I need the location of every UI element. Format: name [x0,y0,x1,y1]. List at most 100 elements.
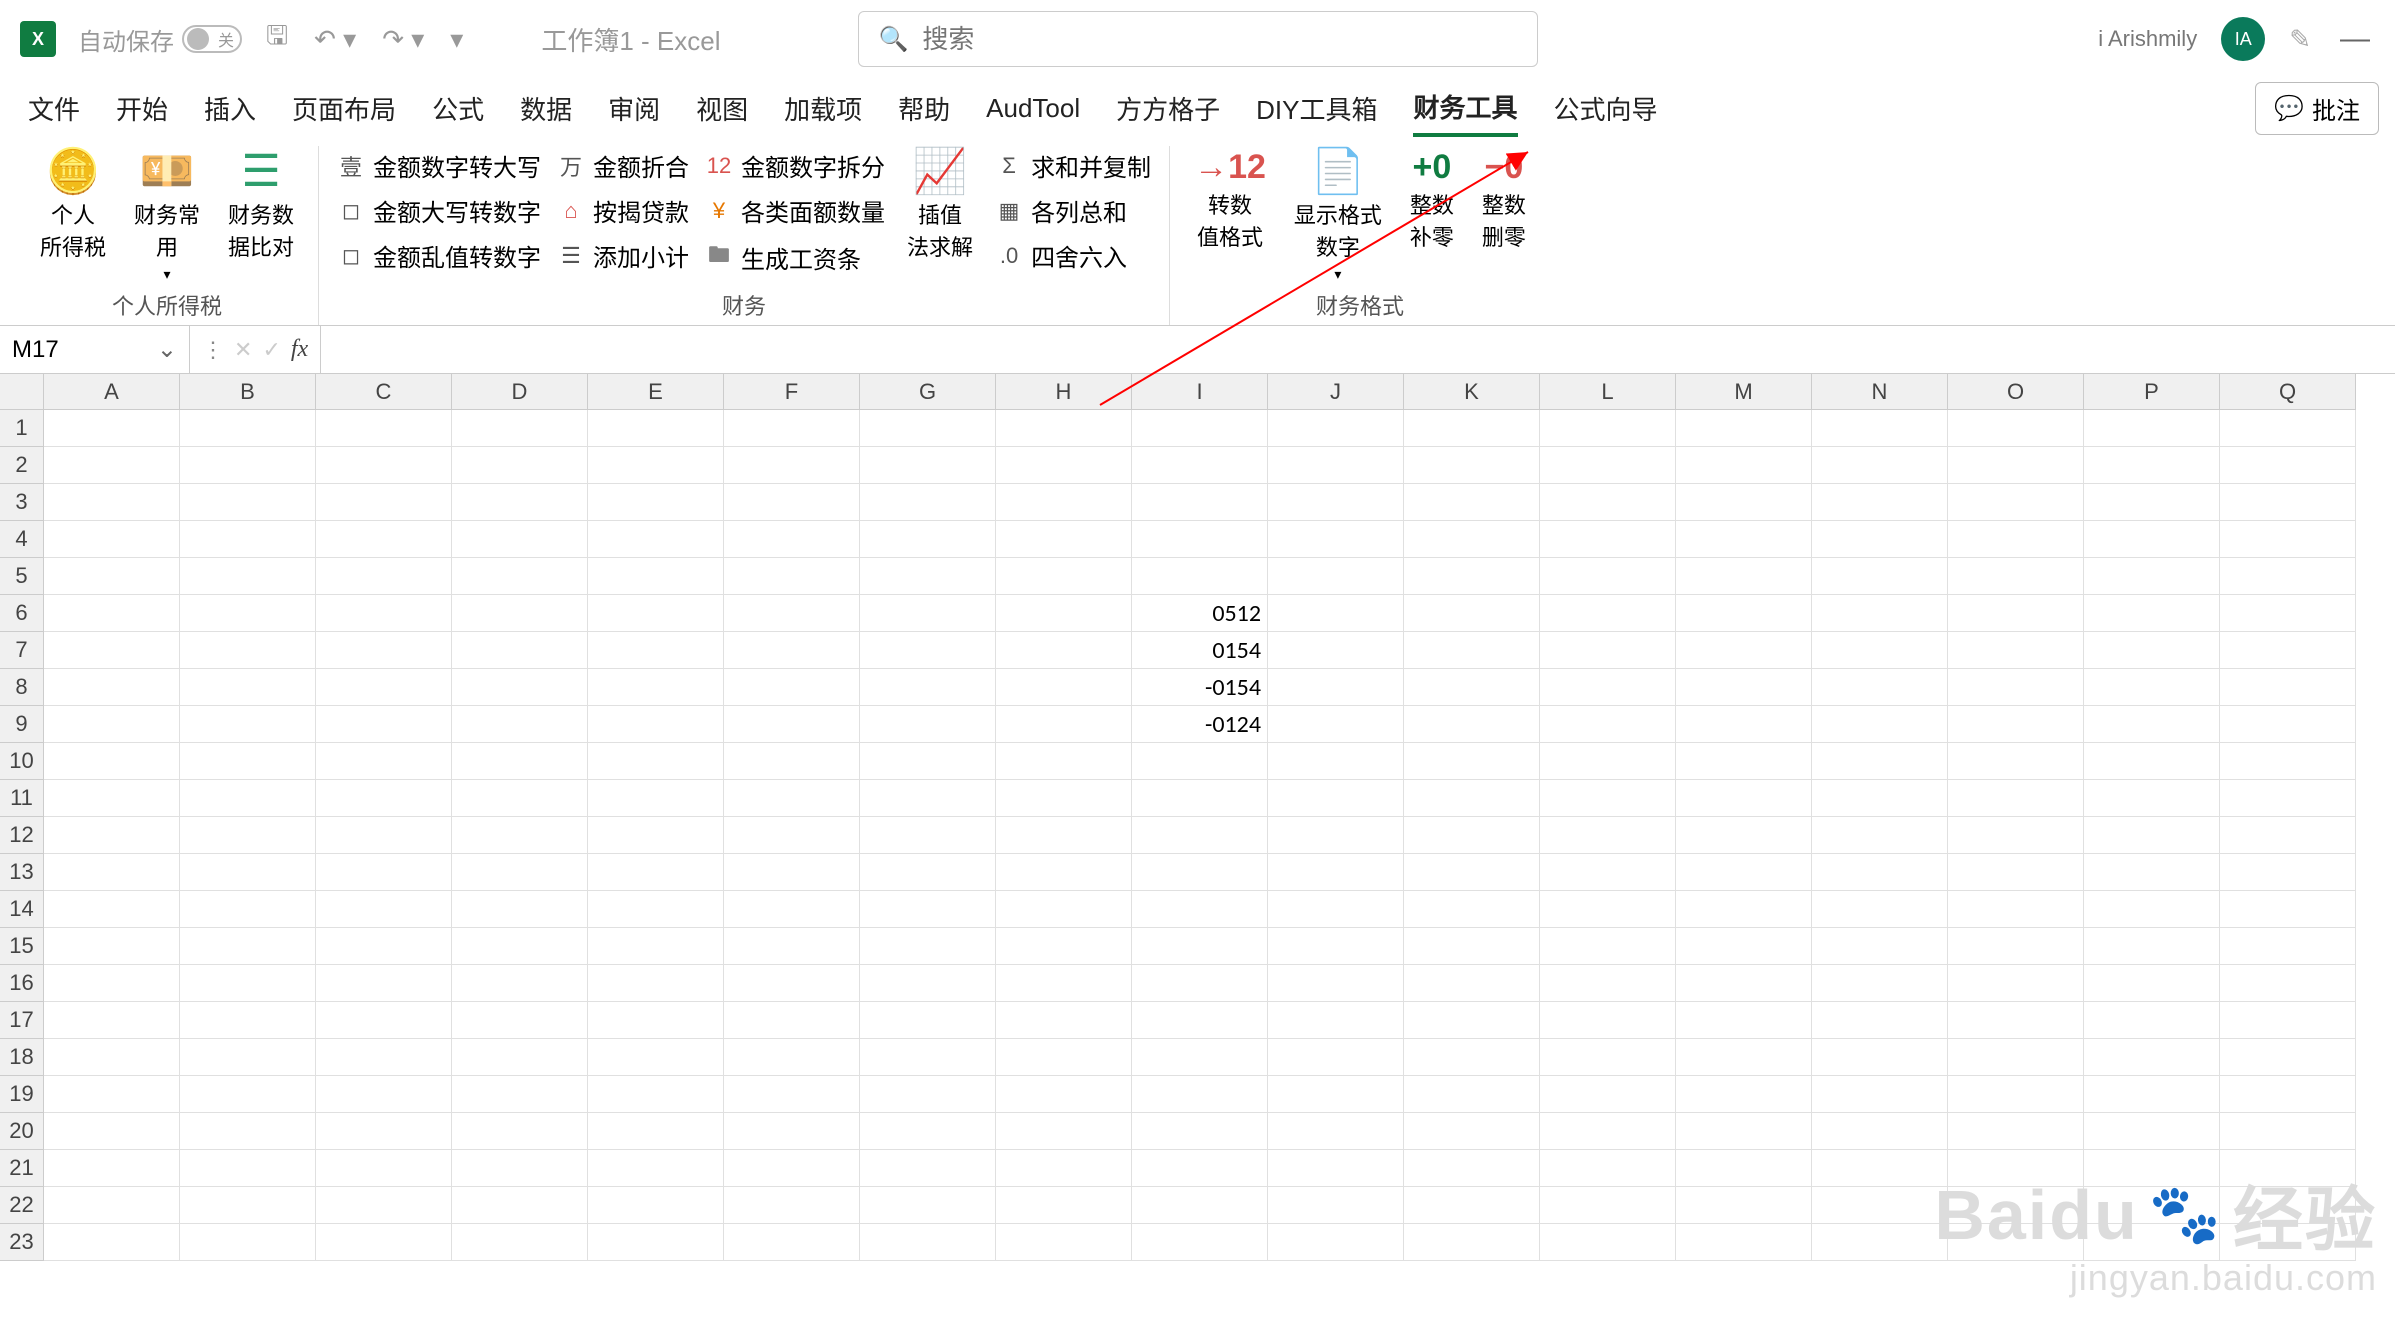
cell-J2[interactable] [1268,447,1404,484]
round-button[interactable]: .0四舍六入 [991,236,1155,275]
cell-G5[interactable] [860,558,996,595]
row-header-13[interactable]: 13 [0,854,44,891]
cell-H17[interactable] [996,1002,1132,1039]
tab-insert[interactable]: 插入 [204,82,256,135]
cell-K14[interactable] [1404,891,1540,928]
row-header-17[interactable]: 17 [0,1002,44,1039]
cell-A22[interactable] [44,1187,180,1224]
cell-N12[interactable] [1812,817,1948,854]
row-header-23[interactable]: 23 [0,1224,44,1261]
cell-L18[interactable] [1540,1039,1676,1076]
num-to-cn-button[interactable]: 壹金额数字转大写 [333,146,545,185]
cell-B16[interactable] [180,965,316,1002]
redo-icon[interactable]: ↷ ▾ [376,20,430,59]
cell-L11[interactable] [1540,780,1676,817]
col-header-C[interactable]: C [316,374,452,410]
cell-P17[interactable] [2084,1002,2220,1039]
tab-formula-wizard[interactable]: 公式向导 [1554,82,1658,135]
cell-M5[interactable] [1676,558,1812,595]
finance-common-button[interactable]: 💴财务常 用▾ [124,146,210,287]
confirm-icon[interactable]: ✓ [262,337,280,363]
cell-P13[interactable] [2084,854,2220,891]
tab-addins[interactable]: 加载项 [784,82,862,135]
cell-K6[interactable] [1404,595,1540,632]
cell-D14[interactable] [452,891,588,928]
cell-H9[interactable] [996,706,1132,743]
cell-D8[interactable] [452,669,588,706]
col-header-J[interactable]: J [1268,374,1404,410]
cell-A17[interactable] [44,1002,180,1039]
cell-D6[interactable] [452,595,588,632]
col-sum-button[interactable]: ▦各列总和 [991,191,1155,230]
cell-A7[interactable] [44,632,180,669]
payroll-button[interactable]: 🖿生成工资条 [701,236,889,278]
cell-H16[interactable] [996,965,1132,1002]
cell-G1[interactable] [860,410,996,447]
cell-B17[interactable] [180,1002,316,1039]
cell-Q1[interactable] [2220,410,2356,447]
cell-F5[interactable] [724,558,860,595]
cell-I17[interactable] [1132,1002,1268,1039]
cell-J3[interactable] [1268,484,1404,521]
cell-E20[interactable] [588,1113,724,1150]
row-header-12[interactable]: 12 [0,817,44,854]
cell-A18[interactable] [44,1039,180,1076]
cell-F14[interactable] [724,891,860,928]
cell-G18[interactable] [860,1039,996,1076]
cell-O17[interactable] [1948,1002,2084,1039]
cell-P20[interactable] [2084,1113,2220,1150]
cell-O1[interactable] [1948,410,2084,447]
cell-I22[interactable] [1132,1187,1268,1224]
cell-B23[interactable] [180,1224,316,1261]
cell-L3[interactable] [1540,484,1676,521]
cell-L22[interactable] [1540,1187,1676,1224]
cell-J19[interactable] [1268,1076,1404,1113]
col-header-H[interactable]: H [996,374,1132,410]
cell-J13[interactable] [1268,854,1404,891]
row-header-9[interactable]: 9 [0,706,44,743]
cell-D7[interactable] [452,632,588,669]
cell-I4[interactable] [1132,521,1268,558]
cell-M16[interactable] [1676,965,1812,1002]
cell-I20[interactable] [1132,1113,1268,1150]
cell-P16[interactable] [2084,965,2220,1002]
cell-P21[interactable] [2084,1150,2220,1187]
cell-G9[interactable] [860,706,996,743]
cell-F15[interactable] [724,928,860,965]
cell-G12[interactable] [860,817,996,854]
cell-C17[interactable] [316,1002,452,1039]
cell-M19[interactable] [1676,1076,1812,1113]
cell-E5[interactable] [588,558,724,595]
cell-E19[interactable] [588,1076,724,1113]
cell-G17[interactable] [860,1002,996,1039]
cell-M14[interactable] [1676,891,1812,928]
cell-D5[interactable] [452,558,588,595]
tab-pagelayout[interactable]: 页面布局 [292,82,396,135]
cell-F10[interactable] [724,743,860,780]
cell-H6[interactable] [996,595,1132,632]
cell-H20[interactable] [996,1113,1132,1150]
cell-K21[interactable] [1404,1150,1540,1187]
cell-M15[interactable] [1676,928,1812,965]
cell-N5[interactable] [1812,558,1948,595]
search-box[interactable]: 🔍 [858,11,1538,67]
cell-O15[interactable] [1948,928,2084,965]
cell-C22[interactable] [316,1187,452,1224]
cell-O2[interactable] [1948,447,2084,484]
mortgage-button[interactable]: ⌂按揭贷款 [553,191,693,230]
cell-B13[interactable] [180,854,316,891]
cell-N3[interactable] [1812,484,1948,521]
cell-O10[interactable] [1948,743,2084,780]
int-trim-button[interactable]: −0整数 删零 [1472,146,1536,256]
cell-J7[interactable] [1268,632,1404,669]
cell-C12[interactable] [316,817,452,854]
cell-E14[interactable] [588,891,724,928]
cell-E23[interactable] [588,1224,724,1261]
cell-E13[interactable] [588,854,724,891]
cell-K20[interactable] [1404,1113,1540,1150]
tab-file[interactable]: 文件 [28,82,80,135]
cell-L1[interactable] [1540,410,1676,447]
row-header-5[interactable]: 5 [0,558,44,595]
cell-P5[interactable] [2084,558,2220,595]
cell-K4[interactable] [1404,521,1540,558]
